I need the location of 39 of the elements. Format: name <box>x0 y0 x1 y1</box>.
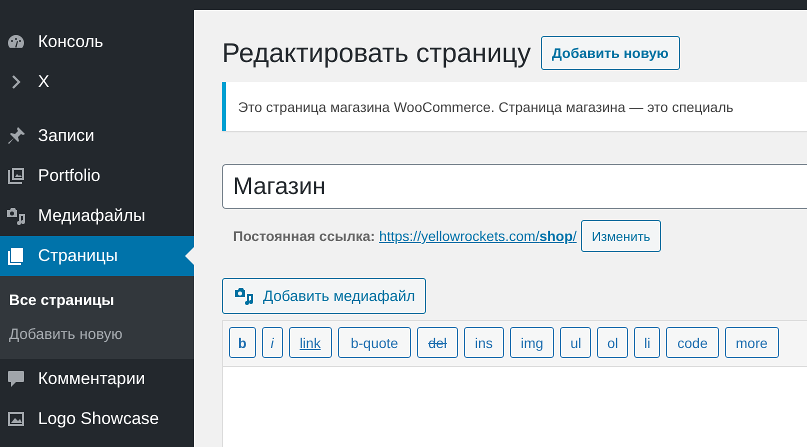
submenu-item[interactable]: Добавить новую <box>0 317 194 351</box>
quicktag-button[interactable]: link <box>288 327 332 358</box>
permalink-link[interactable]: https://yellowrockets.com/shop/ <box>379 228 577 244</box>
media-icon <box>6 206 26 226</box>
quicktag-button[interactable]: del <box>417 327 458 358</box>
quicktag-button[interactable]: ins <box>464 327 504 358</box>
pin-icon <box>6 126 26 146</box>
title-field[interactable]: Магазин <box>222 164 807 209</box>
quicktag-button[interactable]: i <box>262 327 283 358</box>
sidebar-item[interactable]: Медиафайлы <box>0 196 194 236</box>
text-editor[interactable] <box>222 367 807 447</box>
pages-icon <box>6 246 26 266</box>
quicktag-button[interactable]: li <box>634 327 660 358</box>
edit-button[interactable]: Изменить <box>580 220 662 252</box>
sidebar-item[interactable]: Portfolio <box>0 156 194 196</box>
quicktag-button[interactable]: img <box>510 327 554 358</box>
media-icon <box>233 286 255 306</box>
add-media-button[interactable]: Добавить медиафайл <box>222 278 426 314</box>
submenu-item[interactable]: Все страницы <box>0 283 194 317</box>
sidebar-item[interactable]: X <box>0 62 194 102</box>
sidebar-item[interactable]: Записи <box>0 116 194 156</box>
gallery-icon <box>6 166 26 186</box>
permalink-label: Постоянная ссылка: <box>233 228 376 244</box>
quicktag-button[interactable]: b-quote <box>338 327 412 358</box>
current-item-pointer <box>185 247 194 265</box>
notice-text: Это страница магазина WooCommerce. Страница магазина — это специаль <box>238 98 734 114</box>
sidebar-item[interactable]: Консоль <box>0 22 194 62</box>
sidebar-item[interactable]: Комментарии <box>0 359 194 399</box>
quicktag-button[interactable]: b <box>229 327 256 358</box>
quicktag-button[interactable]: more <box>724 327 779 358</box>
quicktag-button[interactable]: code <box>666 327 719 358</box>
sidebar-item[interactable]: Страницы <box>0 236 194 276</box>
page-title: Редактировать страницу <box>222 38 531 68</box>
quicktag-button[interactable]: ul <box>560 327 592 358</box>
image-icon <box>6 409 26 429</box>
add-new-button[interactable]: Добавить новую <box>540 36 680 70</box>
comment-icon <box>6 369 26 389</box>
sidebar-item[interactable]: Logo Showcase <box>0 399 194 439</box>
quicktag-button[interactable]: ol <box>597 327 628 358</box>
